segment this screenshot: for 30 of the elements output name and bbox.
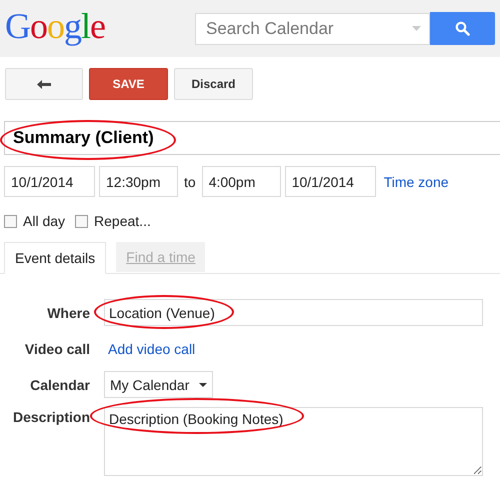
time-zone-link[interactable]: Time zone: [384, 174, 449, 190]
where-field[interactable]: Location (Venue): [104, 299, 483, 326]
discard-button[interactable]: Discard: [174, 68, 253, 100]
caret-icon: [199, 382, 208, 386]
start-time-field[interactable]: 12:30pm: [99, 166, 178, 197]
logo[interactable]: Google: [5, 4, 195, 46]
checkbox[interactable]: [75, 214, 88, 228]
checkbox[interactable]: [4, 214, 17, 228]
save-button[interactable]: SAVE: [89, 68, 168, 100]
end-date-field[interactable]: 10/1/2014: [284, 166, 376, 197]
to-label: to: [184, 174, 196, 190]
tab[interactable]: Event details: [4, 242, 106, 274]
title-field[interactable]: Summary (Client): [4, 121, 500, 155]
add-video-call-link[interactable]: Add video call: [108, 340, 196, 356]
search-field[interactable]: Search Calendar: [195, 12, 430, 44]
back-button[interactable]: [5, 68, 83, 100]
field-label: Description: [12, 408, 90, 425]
field-label: Calendar: [29, 376, 90, 392]
checkbox-label: All day: [23, 213, 66, 229]
description-field[interactable]: Description (Booking Notes): [104, 407, 483, 476]
search-button[interactable]: [430, 12, 495, 45]
checkbox-label: Repeat...: [94, 213, 151, 229]
end-time-field[interactable]: 4:00pm: [202, 166, 281, 197]
back-arrow-icon: [37, 80, 51, 88]
start-date-field[interactable]: 10/1/2014: [4, 166, 95, 197]
field-label: Video call: [24, 340, 90, 356]
dropdown-arrow-icon: [412, 26, 421, 31]
field-label: Where: [46, 304, 90, 320]
search-icon: [455, 21, 470, 36]
calendar-select[interactable]: My Calendar: [104, 371, 214, 398]
